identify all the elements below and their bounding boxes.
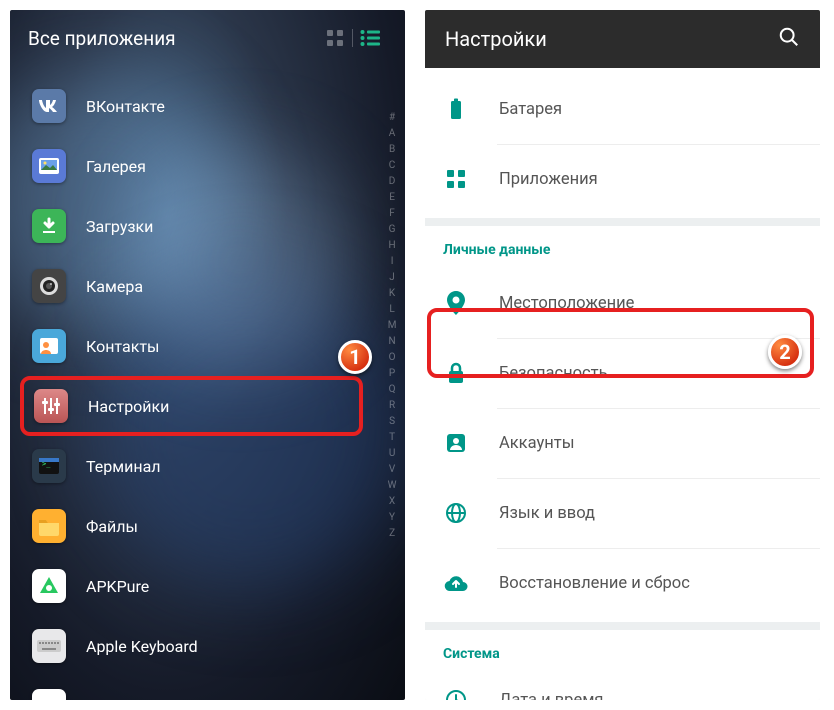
app-label: BBQScreen <box>86 697 166 701</box>
settings-label: Дата и время <box>499 691 604 701</box>
step-badge-1: 1 <box>338 340 372 374</box>
app-label: Контакты <box>86 337 159 356</box>
view-grid-button[interactable] <box>318 24 352 52</box>
step-badge-2: 2 <box>768 335 802 369</box>
keyboard-icon <box>32 629 66 663</box>
app-label: Галерея <box>86 157 146 176</box>
app-item-settings[interactable]: Настройки <box>20 376 363 436</box>
app-list[interactable]: ВКонтакте Галерея Загрузки <box>10 66 405 700</box>
app-item-downloads[interactable]: Загрузки <box>10 196 405 256</box>
bbqscreen-icon <box>32 689 66 700</box>
highlight-security <box>427 308 814 378</box>
app-drawer-header: Все приложения <box>10 10 405 66</box>
app-item-terminal[interactable]: >_ Терминал <box>10 436 405 496</box>
alpha-index[interactable]: #ABCDEFGHIJKLMNOPQRSTUVWXYZ <box>388 110 397 542</box>
view-list-button[interactable] <box>353 24 387 52</box>
settings-item-datetime[interactable]: Дата и время <box>425 672 820 700</box>
battery-icon <box>443 96 469 122</box>
settings-icon <box>34 389 68 423</box>
gallery-icon <box>32 149 66 183</box>
settings-section-personal: Личные данные Местоположение Безопасност… <box>425 226 820 622</box>
app-label: Файлы <box>86 517 138 536</box>
app-item-bbqscreen[interactable]: BBQScreen <box>10 676 405 700</box>
section-title-personal: Личные данные <box>425 226 820 268</box>
settings-item-language[interactable]: Язык и ввод <box>425 478 820 548</box>
app-label: Терминал <box>86 457 161 476</box>
app-label: Apple Keyboard <box>86 637 198 656</box>
settings-title: Настройки <box>445 27 547 51</box>
apps-icon <box>443 166 469 192</box>
app-drawer-title: Все приложения <box>28 27 176 50</box>
apkpure-icon <box>32 569 66 603</box>
settings-section-system: Система Дата и время <box>425 630 820 700</box>
camera-icon <box>32 269 66 303</box>
files-icon <box>32 509 66 543</box>
settings-item-backup[interactable]: Восстановление и сброс <box>425 548 820 618</box>
app-label: Камера <box>86 277 143 296</box>
clock-icon <box>443 687 469 700</box>
vk-icon <box>32 89 66 123</box>
terminal-icon: >_ <box>32 449 66 483</box>
backup-icon <box>443 570 469 596</box>
view-toggle <box>318 24 387 52</box>
contacts-icon <box>32 329 66 363</box>
settings-section-device: Батарея Приложения <box>425 68 820 218</box>
list-icon <box>360 30 380 46</box>
settings-label: Приложения <box>499 170 598 189</box>
settings-label: Восстановление и сброс <box>499 574 690 593</box>
settings-header: Настройки <box>425 10 820 68</box>
globe-icon <box>443 500 469 526</box>
app-label: Загрузки <box>86 217 153 236</box>
app-label: ВКонтакте <box>86 97 165 116</box>
settings-item-battery[interactable]: Батарея <box>425 74 820 144</box>
app-item-apple-keyboard[interactable]: Apple Keyboard <box>10 616 405 676</box>
downloads-icon <box>32 209 66 243</box>
settings-label: Батарея <box>499 100 562 119</box>
app-item-vkontakte[interactable]: ВКонтакте <box>10 76 405 136</box>
account-icon <box>443 430 469 456</box>
app-item-files[interactable]: Файлы <box>10 496 405 556</box>
settings-item-apps[interactable]: Приложения <box>425 144 820 214</box>
app-item-camera[interactable]: Камера <box>10 256 405 316</box>
settings-item-accounts[interactable]: Аккаунты <box>425 408 820 478</box>
app-label: Настройки <box>88 397 169 416</box>
settings-screen: Настройки Батарея Приложения Л <box>425 10 820 700</box>
search-icon <box>778 26 800 48</box>
settings-label: Аккаунты <box>499 434 575 453</box>
settings-label: Язык и ввод <box>499 504 595 523</box>
section-title-system: Система <box>425 630 820 672</box>
app-label: APKPure <box>86 577 149 596</box>
app-drawer-screen: Все приложения ВКонтакте <box>10 10 405 700</box>
app-item-apkpure[interactable]: APKPure <box>10 556 405 616</box>
app-item-gallery[interactable]: Галерея <box>10 136 405 196</box>
grid-icon <box>326 29 344 47</box>
search-button[interactable] <box>778 26 800 53</box>
